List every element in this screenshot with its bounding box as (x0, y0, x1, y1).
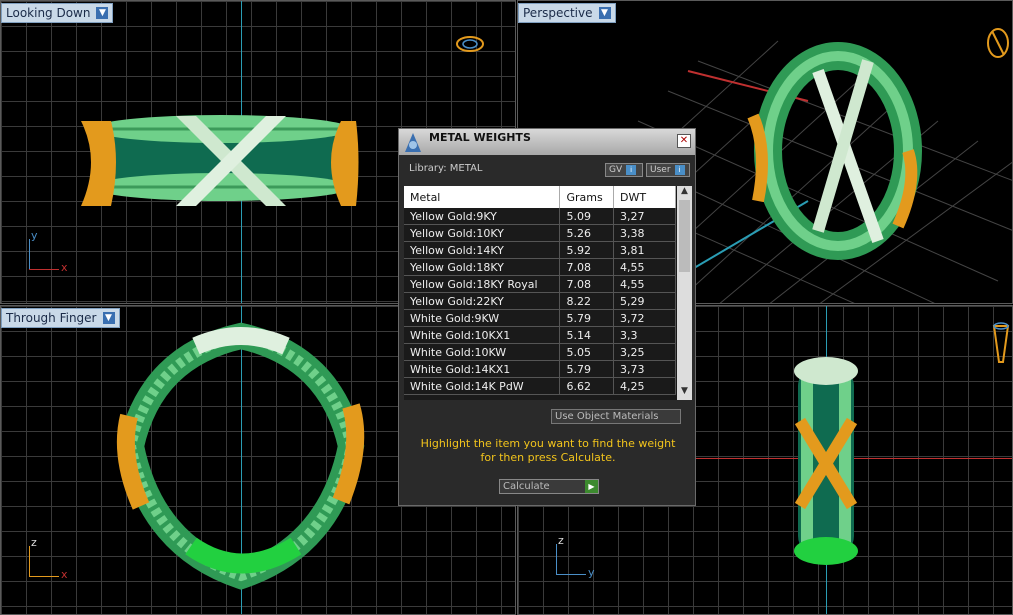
axis-indicator-x (29, 576, 59, 577)
user-toggle[interactable]: User i (646, 163, 690, 177)
table-row[interactable]: Yellow Gold:9KY 5.09 3,27 (404, 208, 676, 225)
calculate-button[interactable]: Calculate ▶ (499, 479, 599, 494)
axis-label-y: y (31, 229, 38, 242)
ring-gizmo-icon (456, 36, 484, 52)
cell-metal: Yellow Gold:18KY Royal (404, 275, 561, 293)
cell-metal: White Gold:10KW (404, 343, 561, 361)
ring-gizmo-icon (992, 322, 1010, 363)
cell-grams: 5.79 (559, 309, 615, 327)
table-row[interactable]: White Gold:14KX1 5.79 3,73 (404, 360, 676, 378)
cell-grams: 5.14 (559, 326, 615, 344)
cell-grams: 5.79 (559, 360, 615, 378)
cell-grams: 5.05 (559, 343, 615, 361)
table-row[interactable]: White Gold:9KW 5.79 3,72 (404, 309, 676, 327)
cell-grams: 5.09 (559, 208, 615, 225)
table-scrollbar[interactable]: ▲ ▼ (677, 186, 692, 400)
axis-indicator-z (556, 544, 557, 574)
table-row[interactable]: White Gold:10KW 5.05 3,25 (404, 343, 676, 361)
table-row[interactable]: Yellow Gold:22KY 8.22 5,29 (404, 292, 676, 310)
axis-label-y: y (588, 566, 595, 579)
cell-metal: Yellow Gold:22KY (404, 292, 561, 310)
cell-dwt: 3,81 (613, 241, 676, 259)
axis-label-x: x (61, 261, 68, 274)
cell-dwt: 3,27 (613, 208, 676, 225)
table-row[interactable]: Yellow Gold:14KY 5.92 3,81 (404, 241, 676, 259)
table-header-row: Metal Grams DWT (404, 186, 676, 208)
scroll-down-icon[interactable]: ▼ (677, 386, 692, 400)
cell-dwt: 5,29 (613, 292, 676, 310)
axis-label-x: x (61, 568, 68, 581)
cell-grams: 7.08 (559, 275, 615, 293)
chevron-down-icon[interactable]: ▼ (598, 7, 611, 19)
gv-toggle[interactable]: GV i (605, 163, 643, 177)
axis-label-z: z (31, 536, 37, 549)
hint-text: Highlight the item you want to find the … (420, 437, 676, 464)
cell-dwt: 3,25 (613, 343, 676, 361)
viewport-label[interactable]: Perspective ▼ (518, 3, 616, 23)
play-icon: ▶ (585, 480, 598, 493)
metal-weights-panel: METAL WEIGHTS ✕ Library: METAL GV i User i… (398, 128, 696, 506)
axis-indicator-y (29, 239, 30, 269)
cell-metal: Yellow Gold:9KY (404, 208, 561, 225)
cell-dwt: 4,55 (613, 275, 676, 293)
panel-title: METAL WEIGHTS (429, 131, 531, 144)
axis-indicator-z (29, 546, 30, 576)
cell-dwt: 4,55 (613, 258, 676, 276)
axis-label-z: z (558, 534, 564, 547)
cell-grams: 5.92 (559, 241, 615, 259)
table-row[interactable]: Yellow Gold:18KY 7.08 4,55 (404, 258, 676, 276)
cell-metal: Yellow Gold:10KY (404, 224, 561, 242)
column-header-dwt[interactable]: DWT (613, 186, 676, 208)
ring-gizmo-icon (987, 28, 1009, 58)
library-label: Library: METAL (409, 163, 483, 174)
table-row[interactable]: White Gold:14K PdW 6.62 4,25 (404, 377, 676, 395)
metal-logo-icon (405, 133, 421, 152)
cell-dwt: 3,38 (613, 224, 676, 242)
column-header-metal[interactable]: Metal (404, 186, 561, 208)
cell-dwt: 3,3 (613, 326, 676, 344)
cell-metal: White Gold:14KX1 (404, 360, 561, 378)
cell-metal: Yellow Gold:18KY (404, 258, 561, 276)
axis-indicator-x (29, 269, 59, 270)
cell-metal: White Gold:10KX1 (404, 326, 561, 344)
cell-metal: White Gold:14K PdW (404, 377, 561, 395)
cell-metal: Yellow Gold:14KY (404, 241, 561, 259)
cell-metal: White Gold:9KW (404, 309, 561, 327)
axis-indicator-y (556, 574, 586, 575)
use-object-materials-toggle[interactable]: Use Object Materials (551, 409, 681, 424)
close-icon[interactable]: ✕ (677, 134, 691, 148)
table-row[interactable]: Yellow Gold:18KY Royal 7.08 4,55 (404, 275, 676, 293)
cell-dwt: 4,25 (613, 377, 676, 395)
scroll-thumb[interactable] (679, 200, 690, 272)
cell-grams: 7.08 (559, 258, 615, 276)
scroll-up-icon[interactable]: ▲ (677, 186, 692, 200)
panel-header[interactable]: METAL WEIGHTS ✕ (399, 129, 695, 155)
metal-table: Metal Grams DWT Yellow Gold:9KY 5.09 3,27 Y… (404, 186, 692, 400)
cell-grams: 5.26 (559, 224, 615, 242)
cell-dwt: 3,73 (613, 360, 676, 378)
cell-grams: 6.62 (559, 377, 615, 395)
column-header-grams[interactable]: Grams (559, 186, 615, 208)
table-row[interactable]: White Gold:10KX1 5.14 3,3 (404, 326, 676, 344)
cell-dwt: 3,72 (613, 309, 676, 327)
cell-grams: 8.22 (559, 292, 615, 310)
table-row[interactable]: Yellow Gold:10KY 5.26 3,38 (404, 224, 676, 242)
info-icon: i (626, 165, 637, 175)
info-icon: i (674, 165, 685, 175)
